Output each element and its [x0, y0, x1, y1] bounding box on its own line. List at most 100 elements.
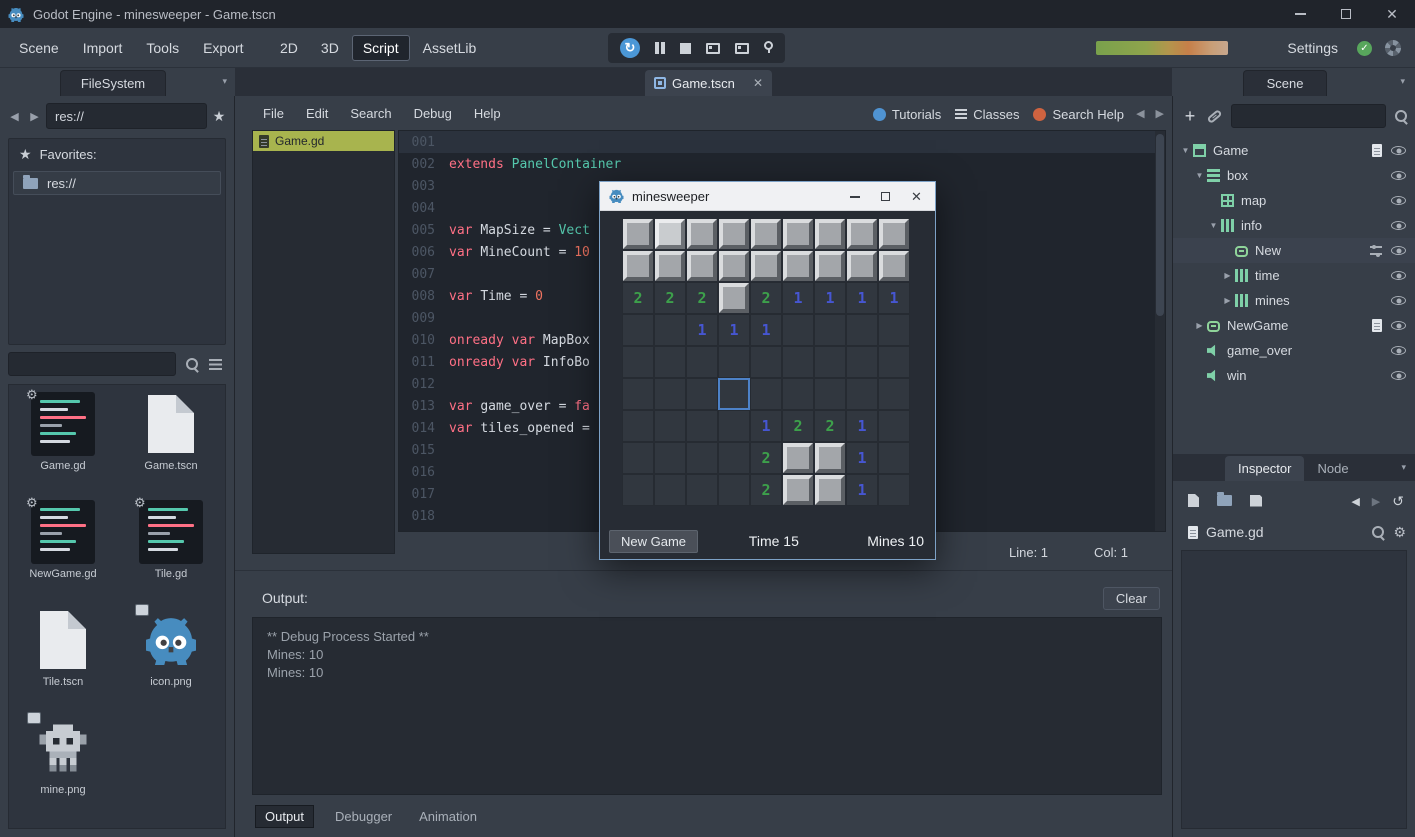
tree-expand-arrow[interactable]: ▶	[1221, 271, 1234, 280]
ms-cell[interactable]: 2	[654, 282, 686, 314]
minesweeper-window[interactable]: minesweeper ✕ 2222111111112212121 New Ga…	[599, 181, 936, 560]
ms-cell[interactable]	[654, 442, 686, 474]
ms-cell[interactable]: 2	[750, 282, 782, 314]
ms-cell[interactable]: 1	[846, 410, 878, 442]
bottom-tab-output[interactable]: Output	[255, 805, 314, 828]
ms-cell[interactable]	[654, 314, 686, 346]
ms-cell[interactable]	[878, 378, 910, 410]
ms-cell[interactable]	[878, 410, 910, 442]
ms-cell[interactable]	[718, 410, 750, 442]
ms-cell[interactable]: 1	[846, 442, 878, 474]
script-menu-file[interactable]: File	[253, 101, 294, 126]
ms-cell[interactable]	[846, 314, 878, 346]
ms-cell[interactable]	[878, 346, 910, 378]
favorite-star-icon[interactable]: ★	[210, 108, 228, 125]
attached-script-icon[interactable]	[1372, 144, 1382, 157]
file-mine-png[interactable]: mine.png	[9, 714, 117, 822]
ms-cell[interactable]	[686, 378, 718, 410]
tab-game-tscn[interactable]: Game.tscn ✕	[645, 70, 772, 96]
clear-button[interactable]: Clear	[1103, 587, 1160, 610]
visibility-eye-icon[interactable]	[1391, 171, 1406, 180]
ms-cell[interactable]: 2	[782, 410, 814, 442]
scene-node-new[interactable]: New	[1173, 238, 1415, 263]
file-newgame-gd[interactable]: ⚙NewGame.gd	[9, 498, 117, 606]
ms-cell[interactable]	[782, 378, 814, 410]
menu-export[interactable]: Export	[192, 35, 254, 61]
search-icon[interactable]	[186, 358, 199, 371]
maximize-button[interactable]	[1323, 0, 1369, 28]
file-icon-png[interactable]: icon.png	[117, 606, 225, 714]
movie-pin-icon[interactable]	[764, 41, 773, 50]
minesweeper-titlebar[interactable]: minesweeper ✕	[600, 182, 935, 211]
ms-cell[interactable]: 1	[846, 282, 878, 314]
ms-cell[interactable]	[686, 442, 718, 474]
bottom-tab-debugger[interactable]: Debugger	[329, 806, 398, 827]
filter-nodes-input[interactable]	[1231, 104, 1386, 128]
script-forward-icon[interactable]: ▶	[1156, 107, 1164, 120]
pause-icon[interactable]	[655, 42, 659, 54]
play-custom-scene-icon[interactable]	[735, 43, 749, 54]
ms-cell[interactable]: 1	[718, 314, 750, 346]
ms-cell[interactable]	[718, 282, 750, 314]
ms-cell[interactable]	[622, 314, 654, 346]
tree-expand-arrow[interactable]: ▼	[1207, 221, 1220, 230]
visibility-eye-icon[interactable]	[1391, 271, 1406, 280]
tree-expand-arrow[interactable]: ▶	[1221, 296, 1234, 305]
ms-cell[interactable]	[622, 346, 654, 378]
ms-cell[interactable]	[814, 474, 846, 506]
ms-cell[interactable]	[814, 314, 846, 346]
attached-script-icon[interactable]	[1372, 319, 1382, 332]
tab-scene[interactable]: Scene	[1243, 70, 1327, 96]
tab-inspector[interactable]: Inspector	[1225, 456, 1304, 481]
code-line[interactable]: 002extends PanelContainer	[399, 153, 1165, 175]
ms-cell[interactable]	[878, 218, 910, 250]
ms-cell[interactable]	[878, 250, 910, 282]
ms-cell[interactable]	[846, 378, 878, 410]
ms-cell[interactable]	[654, 250, 686, 282]
ms-cell[interactable]	[718, 218, 750, 250]
visibility-eye-icon[interactable]	[1391, 196, 1406, 205]
ms-cell[interactable]	[846, 346, 878, 378]
ms-cell[interactable]: 2	[686, 282, 718, 314]
dock-menu-arrow-icon[interactable]: ▾	[1400, 76, 1405, 87]
scene-node-game_over[interactable]: game_over	[1173, 338, 1415, 363]
ms-cell[interactable]	[846, 218, 878, 250]
help-search-help[interactable]: Search Help	[1033, 107, 1124, 122]
mode-assetlib[interactable]: AssetLib	[413, 36, 487, 60]
scene-node-time[interactable]: ▶time	[1173, 263, 1415, 288]
ms-cell[interactable]: 1	[686, 314, 718, 346]
script-menu-debug[interactable]: Debug	[404, 101, 462, 126]
script-menu-help[interactable]: Help	[464, 101, 511, 126]
ms-cell[interactable]: 1	[814, 282, 846, 314]
mode-script[interactable]: Script	[352, 35, 410, 61]
ms-cell[interactable]	[814, 250, 846, 282]
tab-filesystem[interactable]: FileSystem	[60, 70, 166, 96]
file-tile-tscn[interactable]: Tile.tscn	[9, 606, 117, 714]
ms-cell[interactable]	[750, 346, 782, 378]
ms-cell[interactable]: 1	[750, 314, 782, 346]
add-node-icon[interactable]: +	[1182, 108, 1198, 124]
code-line[interactable]: 001	[399, 131, 1165, 153]
close-tab-icon[interactable]: ✕	[753, 76, 763, 90]
path-input[interactable]	[46, 103, 207, 129]
ms-cell[interactable]	[622, 410, 654, 442]
minimize-button[interactable]	[839, 185, 870, 209]
ms-cell[interactable]: 2	[814, 410, 846, 442]
history-back-icon[interactable]: ◀	[1351, 495, 1359, 508]
minesweeper-grid[interactable]: 2222111111112212121	[622, 218, 910, 506]
bottom-tab-animation[interactable]: Animation	[413, 806, 483, 827]
ms-cell[interactable]: 2	[750, 442, 782, 474]
visibility-eye-icon[interactable]	[1391, 371, 1406, 380]
file-game-gd[interactable]: ⚙Game.gd	[9, 390, 117, 498]
ms-cell[interactable]: 2	[750, 474, 782, 506]
ms-cell[interactable]	[782, 314, 814, 346]
ms-cell[interactable]	[622, 442, 654, 474]
ms-cell[interactable]	[718, 474, 750, 506]
mode-3d[interactable]: 3D	[311, 36, 349, 60]
ms-cell[interactable]	[686, 346, 718, 378]
help-classes[interactable]: Classes	[955, 107, 1019, 122]
ms-cell[interactable]	[782, 346, 814, 378]
ms-cell[interactable]: 1	[750, 410, 782, 442]
tree-expand-arrow[interactable]: ▼	[1179, 146, 1192, 155]
history-back-icon[interactable]: ◀	[6, 110, 23, 123]
